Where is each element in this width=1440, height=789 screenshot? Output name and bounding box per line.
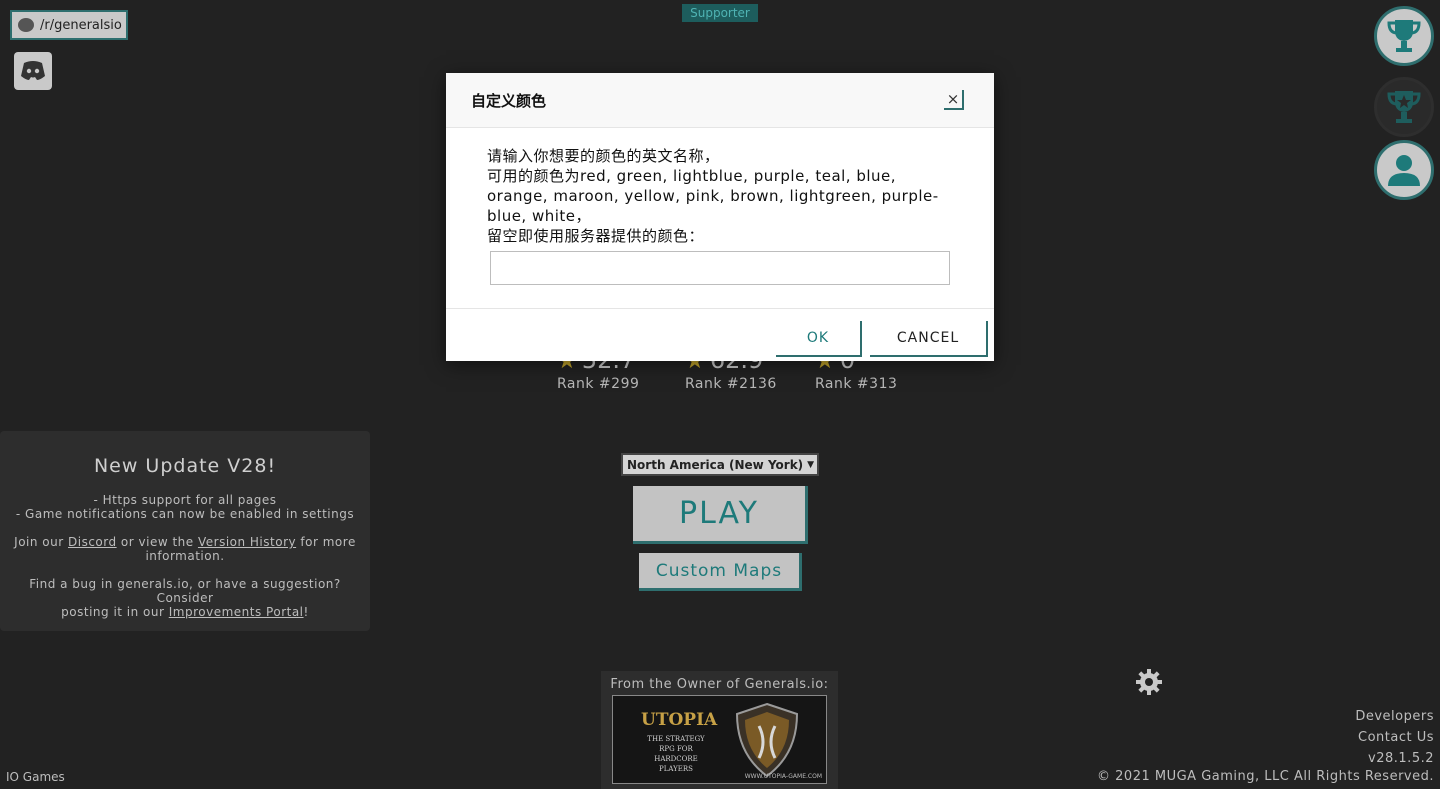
update-line: - Https support for all pages [93,493,277,507]
update-title: New Update V28! [93,455,277,477]
supporter-badge[interactable]: Supporter [682,4,758,22]
discord-link[interactable]: Discord [68,535,117,549]
chevron-down-icon: ▼ [807,459,814,470]
dialog-text: 请输入你想要的颜色的英文名称， [487,147,720,165]
cancel-button[interactable]: CANCEL [870,321,988,357]
utopia-ad-image[interactable]: UTOPIA THE STRATEGY RPG FOR HARDCORE PLA… [612,695,827,784]
dialog-text: 留空即使用服务器提供的颜色： [487,227,705,245]
reddit-link-button[interactable]: /r/generalsio [10,10,128,40]
version-history-link[interactable]: Version History [198,535,296,549]
dialog-title: 自定义颜色 [471,91,547,110]
ad-url: WWW.UTOPIA-GAME.COM [744,773,822,780]
dialog-text: 可用的颜色为red, green, lightblue, purple, tea… [487,167,897,185]
profile-button[interactable] [1374,140,1434,200]
improvements-portal-link[interactable]: Improvements Portal [169,605,304,619]
update-line: information. [145,549,225,563]
contact-link[interactable]: Contact Us [1355,727,1434,748]
rank-label: Rank #313 [815,376,898,392]
copyright: © 2021 MUGA Gaming, LLC All Rights Reser… [1097,769,1434,784]
custom-color-dialog: 自定义颜色 × 请输入你想要的颜色的英文名称， 可用的颜色为red, green… [446,73,994,361]
version-label: v28.1.5.2 [1368,751,1434,766]
settings-gear-icon[interactable] [1135,668,1163,696]
rank-label: Rank #299 [557,376,640,392]
trophy-icon [1387,20,1421,52]
close-icon[interactable]: × [944,90,964,110]
color-name-input[interactable] [490,251,950,285]
custom-maps-button[interactable]: Custom Maps [639,553,802,591]
owner-label: From the Owner of Generals.io: [610,677,829,692]
update-line: Find a bug in generals.io, or have a sug… [29,577,341,605]
discord-icon [21,61,45,80]
update-panel: New Update V28! - Https support for all … [0,431,370,631]
footer-links: Developers Contact Us v28.1.5.2 [1355,706,1434,769]
reddit-icon [18,18,34,32]
trophy-star-icon [1387,91,1421,123]
region-select[interactable]: North America (New York) ▼ [621,453,819,476]
owner-promo: From the Owner of Generals.io: UTOPIA TH… [601,671,838,789]
ranked-trophy-button[interactable] [1374,77,1434,137]
dialog-header: 自定义颜色 × [446,73,994,128]
dialog-footer: OK CANCEL [446,308,994,361]
user-icon [1388,155,1420,186]
io-games-link[interactable]: IO Games [6,770,65,784]
update-line: - Game notifications can now be enabled … [15,507,355,521]
ad-subtitle: THE STRATEGY RPG FOR HARDCORE PLAYERS [647,735,705,773]
dialog-text: blue, white， [487,207,592,225]
ad-title: UTOPIA [641,710,718,730]
discord-button[interactable] [14,52,52,90]
update-bug-text: posting it in our Improvements Portal! [61,605,309,619]
dialog-body: 请输入你想要的颜色的英文名称， 可用的颜色为red, green, lightb… [446,128,994,308]
play-button[interactable]: PLAY [633,486,808,544]
ok-button[interactable]: OK [776,321,862,357]
reddit-label: /r/generalsio [40,17,122,33]
shield-emblem-icon [735,702,799,778]
leaderboard-button[interactable] [1374,6,1434,66]
rank-label: Rank #2136 [685,376,777,392]
developers-link[interactable]: Developers [1355,706,1434,727]
dialog-text: orange, maroon, yellow, pink, brown, lig… [487,187,939,205]
region-selected-value: North America (New York) [627,457,804,472]
update-join-text: Join our Discord or view the Version His… [14,535,356,549]
